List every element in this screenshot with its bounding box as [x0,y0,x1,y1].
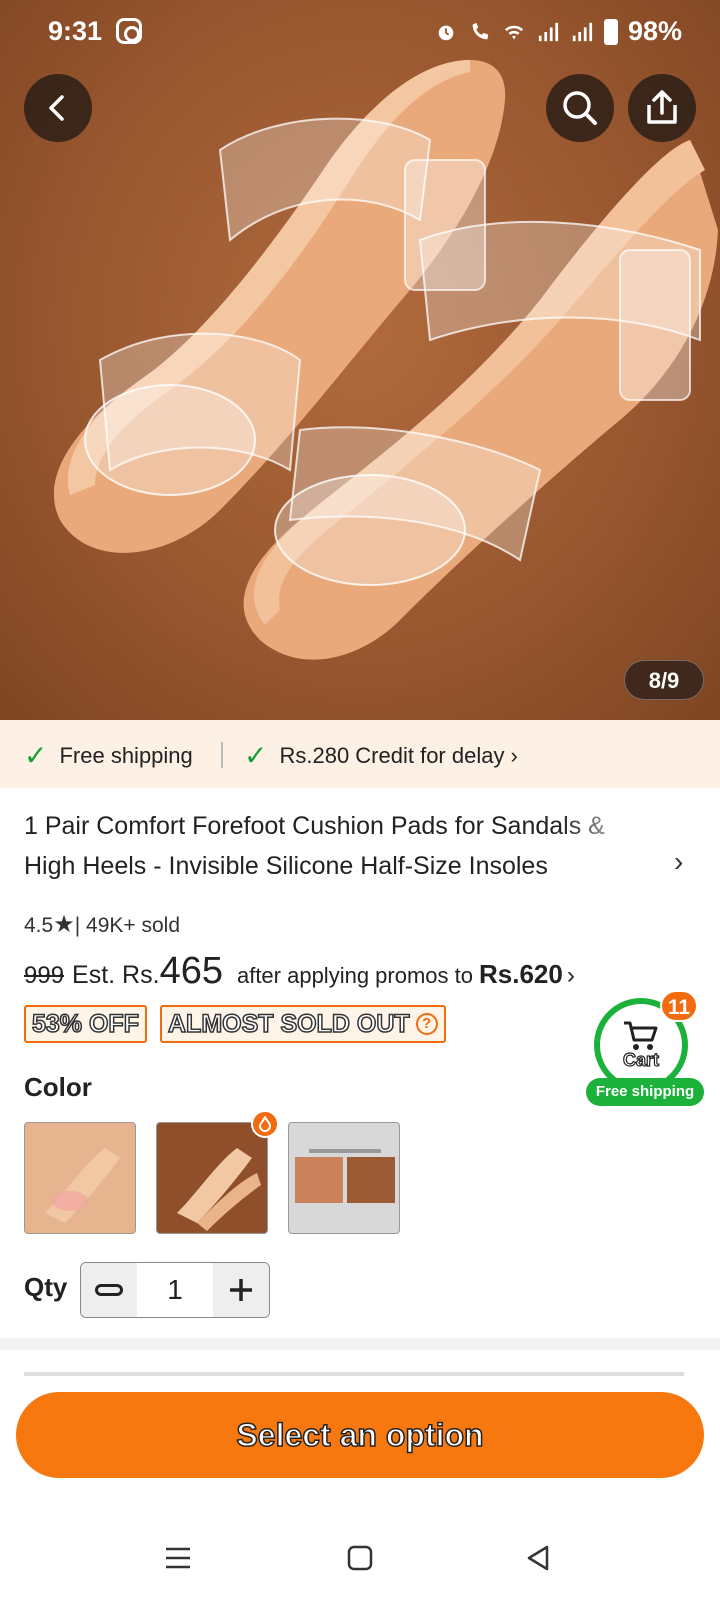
alarm-icon [438,25,454,40]
qty-increase-button[interactable] [213,1263,269,1317]
chevron-right-icon: › [510,742,518,768]
star-icon: ★ [53,911,75,938]
delay-credit-label: Rs.280 Credit for delay [279,742,505,768]
home-button[interactable] [330,1528,390,1588]
status-bar: 9:31 98% [0,0,720,66]
plus-icon [230,1279,252,1301]
free-shipping-label: Free shipping [59,742,193,768]
original-price: 999 [24,962,65,989]
swatch-thumbnail [295,1149,395,1203]
system-nav-bar [0,1510,720,1600]
back-triangle-icon [527,1545,549,1571]
stock-tag-label: ALMOST SOLD OUT [167,1009,410,1039]
battery-level: 98% [627,16,682,46]
check-icon: ✓ [24,740,48,771]
swatch-thumbnail [177,1148,261,1231]
cart-count-badge: 11 [660,990,698,1022]
discount-tag: 53% OFF [24,1005,147,1043]
free-shipping-info: ✓ Free shipping [24,739,193,772]
search-button[interactable] [546,74,614,142]
wifi-call-icon [472,22,489,39]
est-price: 465 [159,950,223,992]
search-icon [563,91,597,125]
status-time: 9:31 [48,16,103,46]
signal-icon [538,22,559,41]
separator [221,742,223,768]
qty-label: Qty [24,1272,68,1302]
delay-credit-link[interactable]: ✓ Rs.280 Credit for delay › [244,739,518,772]
stock-tag[interactable]: ALMOST SOLD OUT ? [160,1005,446,1043]
minus-icon [95,1284,123,1296]
est-label: Est. Rs. [72,961,160,989]
back-button[interactable] [24,74,92,142]
promo-text: after applying promos to [236,963,473,988]
hot-badge-icon [251,1110,279,1138]
product-image[interactable]: 9:31 98% 8/9 [0,0,720,720]
status-icons: 98% [434,16,682,47]
section-divider [0,1338,720,1350]
chevron-right-icon[interactable]: › [674,846,683,878]
cart-icon [624,1021,658,1050]
menu-icon [166,1547,190,1569]
check-icon: ✓ [244,740,268,771]
cart-free-shipping: Free shipping [586,1078,704,1106]
instagram-icon [116,18,142,44]
product-title[interactable]: 1 Pair Comfort Forefoot Cushion Pads for… [24,806,654,886]
share-icon [647,90,677,124]
quantity-stepper[interactable]: 1 [80,1262,270,1318]
swatch-thumbnail [45,1148,120,1223]
color-swatch-3[interactable] [288,1122,400,1234]
rating-row[interactable]: 4.5★| 49K+ sold [24,910,180,939]
next-section-peek [24,1362,696,1378]
back-arrow-icon [49,95,64,121]
select-option-button[interactable]: Select an option [16,1392,704,1478]
chevron-right-icon: › [566,962,575,989]
color-label: Color [24,1072,92,1102]
share-button[interactable] [628,74,696,142]
shipping-strip[interactable]: ✓ Free shipping ✓ Rs.280 Credit for dela… [0,720,720,788]
system-back-button[interactable] [508,1528,568,1588]
image-counter: 8/9 [624,660,704,700]
color-swatch-1[interactable] [24,1122,136,1234]
signal-icon [572,22,593,41]
sold-count: | 49K+ sold [74,914,180,937]
battery-icon [603,18,618,45]
floating-cart-button[interactable]: Cart 11 Free shipping [586,990,704,1110]
wifi-icon [504,25,524,39]
home-square-icon [347,1545,373,1571]
rating-value: 4.5 [24,914,54,937]
promo-price: Rs.620 [479,959,563,989]
qty-decrease-button[interactable] [81,1263,137,1317]
help-icon[interactable]: ? [415,1013,438,1035]
qty-value[interactable]: 1 [137,1263,213,1317]
recents-button[interactable] [148,1528,208,1588]
cart-label: Cart [622,1049,659,1070]
color-swatch-2[interactable] [156,1122,268,1234]
price-row[interactable]: 999 Est. Rs. 465 after applying promos t… [24,950,575,993]
